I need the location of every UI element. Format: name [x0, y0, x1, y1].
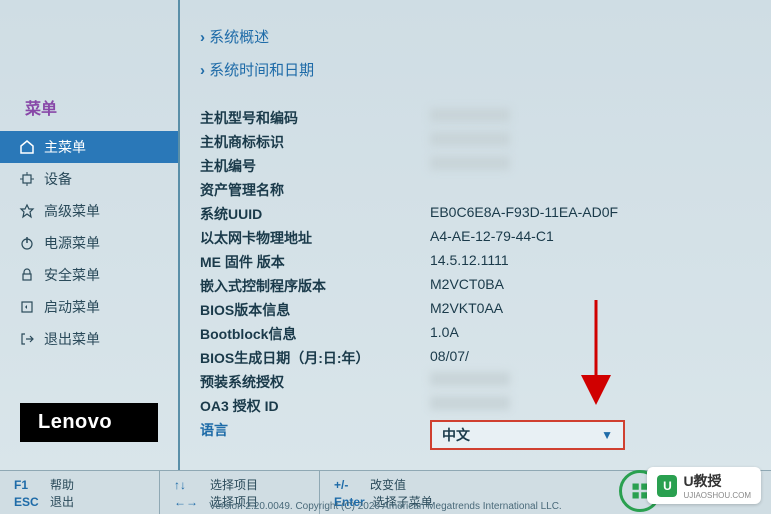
watermark-brand: U教授 — [683, 473, 721, 489]
value-ec: M2VCT0BA — [430, 276, 741, 296]
sidebar-item-power[interactable]: 电源菜单 — [0, 227, 178, 259]
lenovo-logo: Lenovo — [20, 403, 158, 442]
sidebar-title: 菜单 — [0, 10, 178, 131]
watermark: U U教授 UJIAOSHOU.COM — [647, 467, 761, 504]
value-serial — [430, 156, 510, 170]
exit-icon — [18, 330, 36, 348]
value-preload — [430, 372, 510, 386]
label-asset: 资产管理名称 — [200, 180, 430, 200]
main-panel: 系统概述 系统时间和日期 主机型号和编码 主机商标标识 主机编号 资产管理名称 … — [180, 0, 771, 470]
value-me: 14.5.12.1111 — [430, 252, 741, 272]
sidebar-item-exit[interactable]: 退出菜单 — [0, 323, 178, 355]
value-mac: A4-AE-12-79-44-C1 — [430, 228, 741, 248]
info-grid: 主机型号和编码 主机商标标识 主机编号 资产管理名称 系统UUID EB0C6E… — [200, 108, 741, 450]
label-me: ME 固件 版本 — [200, 252, 430, 272]
value-bootblock: 1.0A — [430, 324, 741, 344]
label-select1: 选择项目 — [210, 477, 258, 494]
nav-system-datetime[interactable]: 系统时间和日期 — [200, 53, 741, 86]
label-ec: 嵌入式控制程序版本 — [200, 276, 430, 296]
sidebar-item-label: 退出菜单 — [44, 329, 100, 349]
label-bios-date: BIOS生成日期（月:日:年） — [200, 348, 430, 368]
label-language: 语言 — [200, 420, 430, 450]
label-bios: BIOS版本信息 — [200, 300, 430, 320]
value-brand — [430, 132, 510, 146]
boot-icon — [18, 298, 36, 316]
sidebar-item-advanced[interactable]: 高级菜单 — [0, 195, 178, 227]
value-uuid: EB0C6E8A-F93D-11EA-AD0F — [430, 204, 741, 224]
label-uuid: 系统UUID — [200, 204, 430, 224]
sidebar-item-device[interactable]: 设备 — [0, 163, 178, 195]
sidebar-item-label: 安全菜单 — [44, 265, 100, 285]
value-asset — [430, 180, 741, 200]
language-value: 中文 — [442, 425, 470, 445]
value-oa3 — [430, 396, 510, 410]
chip-icon — [18, 170, 36, 188]
sidebar-item-label: 设备 — [44, 169, 72, 189]
label-change: 改变值 — [370, 477, 406, 494]
value-bios: M2VKT0AA — [430, 300, 741, 320]
value-bios-date: 08/07/ — [430, 348, 741, 368]
power-icon — [18, 234, 36, 252]
label-bootblock: Bootblock信息 — [200, 324, 430, 344]
label-oa3: OA3 授权 ID — [200, 396, 430, 416]
sidebar-item-main[interactable]: 主菜单 — [0, 131, 178, 163]
label-model: 主机型号和编码 — [200, 108, 430, 128]
label-serial: 主机编号 — [200, 156, 430, 176]
lock-icon — [18, 266, 36, 284]
key-updown: ↑↓ — [174, 477, 202, 494]
value-model — [430, 108, 510, 122]
key-f1: F1 — [14, 477, 42, 494]
language-select[interactable]: 中文 ▼ — [430, 420, 625, 450]
label-mac: 以太网卡物理地址 — [200, 228, 430, 248]
sidebar-item-label: 电源菜单 — [44, 233, 100, 253]
home-icon — [18, 138, 36, 156]
key-plusminus: +/- — [334, 477, 362, 494]
nav-system-overview[interactable]: 系统概述 — [200, 20, 741, 53]
star-icon — [18, 202, 36, 220]
sidebar-item-security[interactable]: 安全菜单 — [0, 259, 178, 291]
shield-icon: U — [657, 475, 677, 497]
label-brand: 主机商标标识 — [200, 132, 430, 152]
sidebar-item-label: 高级菜单 — [44, 201, 100, 221]
sidebar-item-boot[interactable]: 启动菜单 — [0, 291, 178, 323]
sidebar: 菜单 主菜单 设备 高级菜单 电源菜单 — [0, 0, 180, 470]
sidebar-item-label: 启动菜单 — [44, 297, 100, 317]
watermark-url: UJIAOSHOU.COM — [683, 491, 751, 500]
chevron-down-icon: ▼ — [601, 428, 613, 442]
label-preload: 预装系统授权 — [200, 372, 430, 392]
label-help: 帮助 — [50, 477, 74, 494]
sidebar-item-label: 主菜单 — [44, 137, 86, 157]
